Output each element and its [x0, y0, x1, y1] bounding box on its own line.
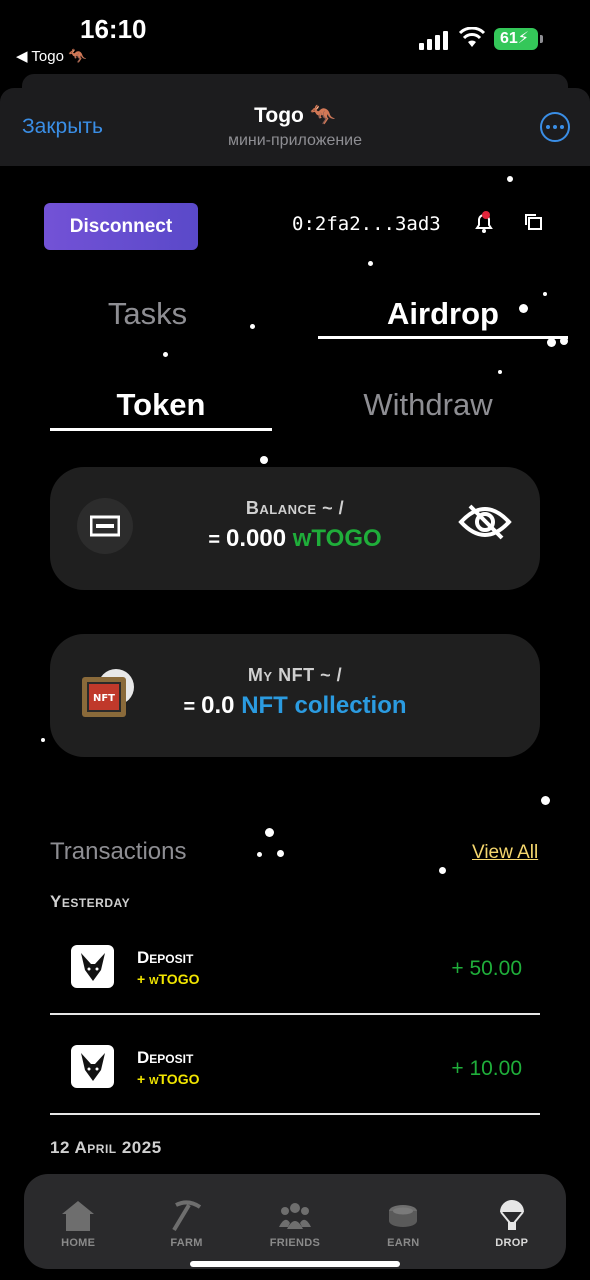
- view-all-link[interactable]: View All: [472, 842, 538, 864]
- wallet-address: 0:2fa2...3ad3: [292, 213, 441, 235]
- nav-drop[interactable]: DROP: [472, 1199, 552, 1249]
- nft-amount: 0.0: [201, 692, 235, 719]
- nav-earn[interactable]: EARN: [363, 1199, 443, 1249]
- transaction-amount: + 10.00: [451, 1057, 522, 1080]
- transaction-amount: + 50.00: [451, 957, 522, 980]
- nav-farm-label: FARM: [170, 1237, 203, 1249]
- transaction-type: Deposit: [137, 948, 194, 967]
- transactions-title: Transactions: [50, 838, 187, 865]
- disconnect-button[interactable]: Disconnect: [44, 203, 198, 250]
- parachute-icon: [499, 1200, 524, 1230]
- more-options-icon[interactable]: [540, 112, 570, 142]
- coins-icon: [389, 1205, 418, 1227]
- wifi-icon: [458, 26, 486, 54]
- tab-airdrop[interactable]: Airdrop: [318, 296, 568, 332]
- nft-card: NFT My NFT ~ / = 0.0 NFT collection: [50, 634, 540, 757]
- nav-earn-label: EARN: [387, 1237, 420, 1249]
- back-to-app-link[interactable]: ◀ Togo 🦘: [16, 47, 87, 65]
- tab-withdraw[interactable]: Withdraw: [320, 387, 536, 423]
- tab-token[interactable]: Token: [50, 387, 272, 423]
- transaction-row[interactable]: Deposit + wTOGO + 10.00: [50, 1015, 540, 1115]
- app-subtitle: мини-приложение: [227, 132, 363, 149]
- nft-label: My NFT ~ /: [247, 665, 343, 685]
- nft-value: = 0.0 NFT collection: [183, 692, 407, 719]
- pickaxe-icon: [171, 1200, 201, 1232]
- group-label-yesterday: Yesterday: [50, 892, 131, 911]
- mini-app-header: Закрыть Togo 🦘 мини-приложение: [0, 88, 590, 166]
- cellular-signal-icon: [419, 30, 449, 50]
- balance-amount: 0.000: [226, 525, 287, 552]
- nav-drop-label: DROP: [495, 1237, 529, 1249]
- kangaroo-logo-icon: [71, 945, 114, 988]
- kangaroo-logo-icon: [71, 1045, 114, 1088]
- home-icon: [62, 1201, 95, 1231]
- transaction-token: + wTOGO: [137, 971, 200, 987]
- home-indicator: [190, 1261, 400, 1267]
- tab-tasks[interactable]: Tasks: [60, 296, 235, 332]
- transaction-row[interactable]: Deposit + wTOGO + 50.00: [50, 915, 540, 1015]
- hide-balance-eye-icon[interactable]: [458, 500, 512, 549]
- nav-friends[interactable]: FRIENDS: [255, 1199, 335, 1249]
- battery-icon: 61⚡: [494, 28, 543, 50]
- transaction-token: + wTOGO: [137, 1071, 200, 1087]
- nft-unit: NFT collection: [241, 692, 407, 719]
- nav-home-label: HOME: [61, 1237, 96, 1249]
- transaction-type: Deposit: [137, 1048, 194, 1067]
- group-label-date: 12 April 2025: [50, 1138, 162, 1157]
- friends-icon: [278, 1203, 311, 1229]
- app-title: Togo 🦘: [254, 104, 336, 127]
- balance-card: Balance ~ / = 0.000 wTOGO: [50, 467, 540, 590]
- tab-token-underline: [50, 428, 272, 431]
- nav-friends-label: FRIENDS: [269, 1237, 321, 1249]
- copy-address-icon[interactable]: [523, 212, 543, 237]
- tab-airdrop-underline: [318, 336, 568, 339]
- nav-farm[interactable]: FARM: [147, 1199, 227, 1249]
- balance-unit: wTOGO: [292, 525, 382, 552]
- status-bar: 16:10 ◀ Togo 🦘 61⚡: [0, 0, 590, 76]
- notification-bell-icon[interactable]: [472, 210, 496, 239]
- nav-home[interactable]: HOME: [38, 1199, 118, 1249]
- bottom-navigation: HOME FARM FRIENDS EARN DROP: [24, 1174, 566, 1269]
- status-time: 16:10: [80, 14, 147, 44]
